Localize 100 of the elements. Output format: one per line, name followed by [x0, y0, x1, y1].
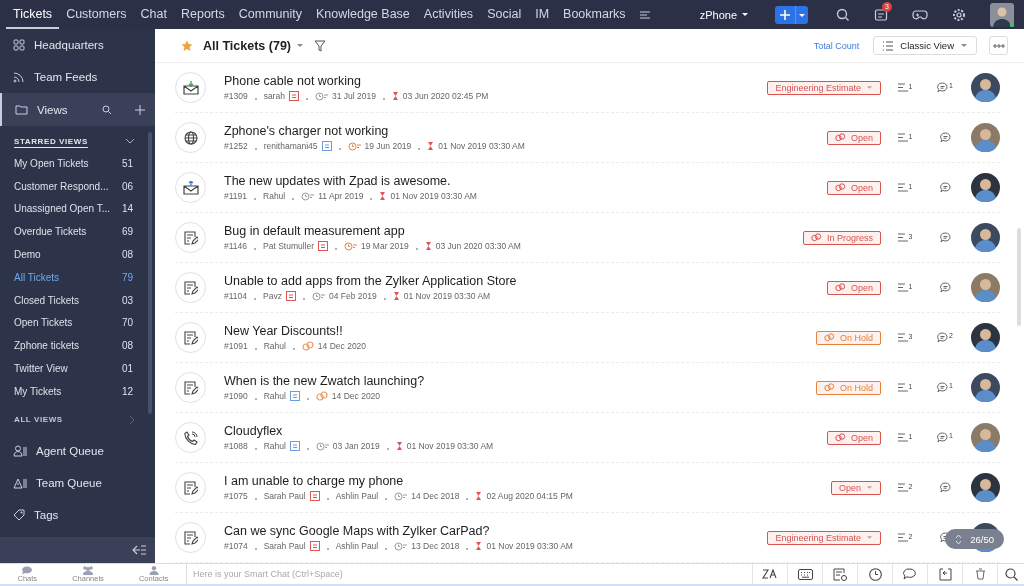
nav-tab[interactable]: Bookmarks: [556, 0, 633, 29]
sidebar-item[interactable]: Headquarters: [0, 29, 155, 61]
nav-tab[interactable]: Activities: [416, 0, 481, 29]
more-options-button[interactable]: [989, 36, 1008, 55]
comment-icon[interactable]: [937, 432, 949, 443]
scrollbar[interactable]: [148, 132, 152, 414]
ticket-subject[interactable]: The new updates with Zpad is awesome.: [224, 174, 451, 188]
agent-avatar[interactable]: [971, 473, 1000, 502]
view-item[interactable]: Twitter View 01: [0, 357, 155, 380]
translate-icon[interactable]: [762, 568, 778, 580]
ticket-subject[interactable]: Cloudyflex: [224, 424, 283, 438]
comment-icon[interactable]: [937, 82, 949, 93]
sidebar-item[interactable]: Agent Queue: [0, 434, 155, 467]
scrollbar[interactable]: [1017, 228, 1021, 326]
ticket-subject[interactable]: Bug in default measurement app: [224, 224, 405, 238]
notification-icon[interactable]: [874, 7, 888, 22]
status-dropdown[interactable]: Engineering Estimate: [767, 80, 881, 95]
comment-icon[interactable]: [939, 232, 951, 243]
agent-avatar[interactable]: [971, 73, 1000, 102]
contact-name[interactable]: renithamani45: [263, 141, 318, 151]
reply-icon[interactable]: [938, 567, 952, 581]
nav-tab[interactable]: IM: [528, 0, 557, 29]
user-avatar[interactable]: [990, 2, 1014, 27]
section-title[interactable]: ALL VIEWS: [14, 415, 63, 425]
ticket-subject[interactable]: Unable to add apps from the Zylker Application Store: [224, 274, 517, 288]
view-item[interactable]: Customer Respond... 06: [0, 174, 155, 198]
contact-name[interactable]: Sarah Paul: [263, 541, 306, 551]
search-icon[interactable]: [1004, 567, 1018, 581]
comment-icon[interactable]: [939, 182, 951, 193]
view-item[interactable]: Overdue Tickets 69: [0, 220, 155, 244]
form-icon[interactable]: [833, 567, 847, 581]
sidebar-item[interactable]: Team Queue: [0, 466, 155, 499]
search-icon[interactable]: [836, 7, 850, 22]
add-icon[interactable]: [135, 104, 145, 115]
nav-tab[interactable]: Chat: [133, 0, 174, 29]
status-dropdown[interactable]: Open: [826, 130, 881, 145]
agent-avatar[interactable]: [971, 323, 1000, 352]
view-item[interactable]: Open Tickets 70: [0, 311, 155, 335]
contact-name[interactable]: Rahul: [263, 441, 286, 451]
search-icon[interactable]: [102, 104, 112, 115]
comment-icon[interactable]: [939, 482, 951, 493]
nav-tab[interactable]: Customers: [59, 0, 134, 29]
clock-icon[interactable]: [868, 567, 882, 581]
gamepad-icon[interactable]: [912, 8, 928, 21]
agent-avatar[interactable]: [971, 373, 1000, 402]
collapse-icon[interactable]: [132, 545, 146, 555]
department-dropdown[interactable]: zPhone: [699, 8, 749, 21]
agent-avatar[interactable]: [971, 173, 1000, 202]
ticket-subject[interactable]: New Year Discounts!!: [224, 324, 343, 338]
status-dropdown[interactable]: Open: [826, 430, 881, 445]
status-dropdown[interactable]: Open: [830, 480, 881, 495]
comment-icon[interactable]: [939, 282, 951, 293]
status-dropdown[interactable]: Open: [826, 280, 881, 295]
page-position-tooltip[interactable]: 26/50: [945, 529, 1004, 549]
view-item[interactable]: All Tickets 79: [0, 266, 155, 289]
trash-icon[interactable]: [974, 568, 986, 580]
view-item[interactable]: My Tickets 12: [0, 379, 155, 403]
contact-name[interactable]: Rahul: [263, 341, 286, 351]
chat-icon[interactable]: [903, 568, 917, 580]
status-dropdown[interactable]: In Progress: [802, 230, 881, 245]
nav-tab[interactable]: Community: [231, 0, 309, 29]
star-icon[interactable]: [181, 39, 193, 52]
nav-tab[interactable]: Social: [480, 0, 529, 29]
agent-avatar[interactable]: [971, 223, 1000, 252]
view-item[interactable]: My Open Tickets 51: [0, 152, 155, 175]
status-dropdown[interactable]: Open: [826, 180, 881, 195]
settings-icon[interactable]: [952, 7, 966, 22]
menu-icon[interactable]: [638, 9, 651, 20]
contact-name[interactable]: Pat Stumuller: [263, 241, 315, 251]
comment-icon[interactable]: [939, 132, 951, 143]
contact-name[interactable]: Pavz: [263, 291, 282, 301]
nav-tab[interactable]: Reports: [173, 0, 232, 29]
ticket-subject[interactable]: Can we sync Google Maps with Zylker CarPad?: [224, 524, 490, 538]
contact-name[interactable]: sarah: [263, 91, 285, 101]
ticket-subject[interactable]: When is the new Zwatch launching?: [224, 374, 425, 388]
total-count-link[interactable]: Total Count: [813, 40, 860, 51]
keyboard-icon[interactable]: [797, 568, 813, 580]
sidebar-item[interactable]: Team Feeds: [0, 61, 155, 93]
ticket-subject[interactable]: Zphone's charger not working: [224, 124, 389, 138]
view-mode-dropdown[interactable]: Classic View: [873, 36, 977, 55]
view-item[interactable]: Zphone tickets 08: [0, 334, 155, 358]
view-item[interactable]: Demo 08: [0, 243, 155, 266]
contact-name[interactable]: Rahul: [263, 191, 286, 201]
account-name[interactable]: Ashlin Paul: [335, 491, 379, 501]
add-button[interactable]: [775, 5, 808, 24]
account-name[interactable]: Ashlin Paul: [335, 541, 379, 551]
view-item[interactable]: Closed Tickets 03: [0, 288, 155, 312]
view-title-dropdown[interactable]: All Tickets (79): [203, 38, 304, 53]
contact-name[interactable]: Sarah Paul: [263, 491, 306, 501]
view-item[interactable]: Unassigned Open T... 14: [0, 197, 155, 221]
comment-icon[interactable]: [937, 382, 949, 393]
ticket-subject[interactable]: I am unable to charge my phone: [224, 474, 404, 488]
chevron-down-icon[interactable]: [125, 138, 135, 144]
status-dropdown[interactable]: Engineering Estimate: [767, 530, 881, 545]
ticket-subject[interactable]: Phone cable not working: [224, 74, 361, 88]
filter-icon[interactable]: [314, 39, 326, 52]
nav-tab[interactable]: Knowledge Base: [308, 0, 417, 29]
comment-icon[interactable]: [937, 332, 949, 343]
contact-name[interactable]: Rahul: [263, 391, 286, 401]
sidebar-item[interactable]: Tags: [0, 498, 155, 531]
